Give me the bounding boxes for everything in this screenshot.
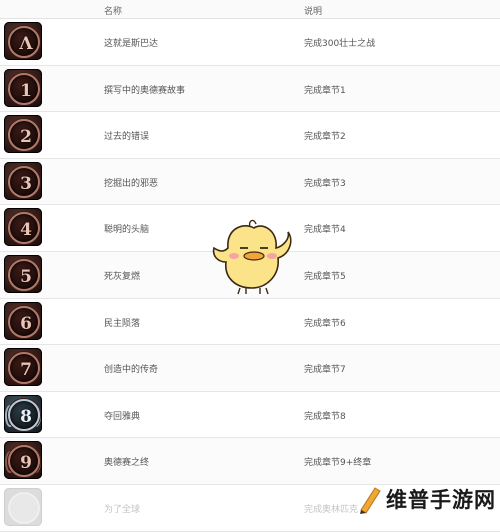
achievement-description: 完成章节1 xyxy=(304,85,346,96)
achievement-description: 完成300壮士之战 xyxy=(304,39,376,49)
achievement-name: 挖掘出的邪恶 xyxy=(104,178,159,189)
table-header: 名称 说明 xyxy=(0,0,500,19)
spartan-helmet-badge-icon: Λ xyxy=(4,22,42,60)
achievement-name: 撰写中的奥德赛故事 xyxy=(104,85,186,96)
achievement-description: 完成奥林匹克 xyxy=(304,504,359,515)
achievement-description: 完成章节4 xyxy=(304,225,346,236)
chapter-1-badge-icon: 1 xyxy=(4,68,42,107)
table-row: Λ 这就是斯巴达 完成300壮士之战 xyxy=(0,19,500,66)
achievement-description: 完成章节8 xyxy=(304,411,346,422)
achievement-name: 过去的错误 xyxy=(104,132,150,143)
pencil-logo-icon xyxy=(360,487,381,514)
chapter-3-badge-icon: 3 xyxy=(4,161,42,200)
site-watermark: 维普手游网 xyxy=(357,482,496,516)
chapter-6-badge-icon: 6 xyxy=(4,301,42,340)
achievement-name: 民主陨落 xyxy=(104,318,141,329)
achievement-name: 这就是斯巴达 xyxy=(104,39,159,49)
table-row: 1 撰写中的奥德赛故事 完成章节1 xyxy=(0,65,500,113)
achievement-description: 完成章节9+终章 xyxy=(304,458,372,469)
chick-mascot-icon xyxy=(212,219,292,295)
achievement-description: 完成章节6 xyxy=(304,318,346,329)
achievement-name: 死灰复燃 xyxy=(104,271,141,282)
achievement-description: 完成章节2 xyxy=(304,132,346,143)
table-row: 6 民主陨落 完成章节6 xyxy=(0,298,500,346)
chapter-2-badge-icon: 2 xyxy=(4,115,42,154)
achievement-name: 创造中的传奇 xyxy=(104,365,159,376)
table-row: 8 夺回雅典 完成章节8 xyxy=(0,391,500,439)
chapter-4-badge-icon: 4 xyxy=(4,208,42,247)
achievement-name: 聪明的头脑 xyxy=(104,225,150,236)
name-column-header: 名称 xyxy=(104,7,123,17)
watermark-text: 维普手游网 xyxy=(386,488,496,512)
achievement-description: 完成章节3 xyxy=(304,178,346,189)
chapter-8-badge-icon: 8 xyxy=(4,394,42,433)
table-row: 3 挖掘出的邪恶 完成章节3 xyxy=(0,158,500,206)
achievement-name: 夺回雅典 xyxy=(104,411,141,422)
faded-laurel-badge-icon xyxy=(4,487,42,526)
description-column-header: 说明 xyxy=(304,7,323,17)
chapter-5-badge-icon: 5 xyxy=(4,254,42,293)
achievement-name: 奥德赛之终 xyxy=(104,458,150,469)
achievement-description: 完成章节7 xyxy=(304,365,346,376)
achievement-description: 完成章节5 xyxy=(304,271,346,282)
achievement-name: 为了全球 xyxy=(104,504,141,515)
table-row: 9 奥德赛之终 完成章节9+终章 xyxy=(0,438,500,485)
chapter-7-badge-icon: 7 xyxy=(4,348,42,387)
table-row: 7 创造中的传奇 完成章节7 xyxy=(0,345,500,392)
table-row: 2 过去的错误 完成章节2 xyxy=(0,112,500,159)
chapter-9-badge-icon: 9 xyxy=(4,441,42,480)
